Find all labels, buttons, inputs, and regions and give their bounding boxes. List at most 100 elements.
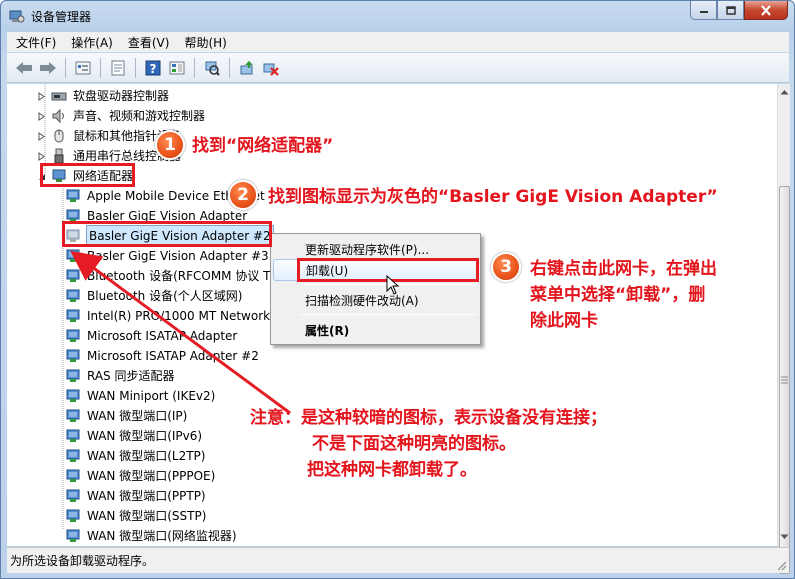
network-adapter-icon bbox=[65, 308, 81, 324]
network-adapter-icon bbox=[65, 448, 81, 464]
vertical-scrollbar[interactable] bbox=[777, 84, 791, 574]
expand-triangle-icon[interactable] bbox=[37, 151, 46, 161]
step-3-text: 右键点击此网卡，在弹出 菜单中选择“卸载”，删 除此网卡 bbox=[530, 256, 717, 334]
chevron-down-icon bbox=[780, 534, 789, 539]
toolbar-separator bbox=[100, 57, 101, 78]
resize-grip-icon[interactable] bbox=[775, 559, 787, 571]
view-resources-button[interactable] bbox=[166, 57, 188, 79]
tree-device-item[interactable]: Microsoft ISATAP Adapter #2 bbox=[65, 346, 259, 366]
back-button[interactable] bbox=[13, 57, 35, 79]
tree-device-label: RAS 同步适配器 bbox=[87, 369, 175, 383]
warning-line: 不是下面这种明亮的图标。 bbox=[312, 434, 516, 454]
tree-device-item[interactable]: WAN 微型端口(网络监视器) bbox=[65, 526, 237, 546]
tree-device-label: WAN 微型端口(PPTP) bbox=[87, 489, 206, 503]
highlight-network-adapter bbox=[40, 163, 135, 187]
scrollbar-thumb[interactable] bbox=[779, 186, 790, 574]
tree-category[interactable]: 软盘驱动器控制器 bbox=[37, 86, 169, 106]
mouse-icon bbox=[51, 128, 67, 144]
network-adapter-icon bbox=[65, 188, 81, 204]
toolbar: ? bbox=[7, 53, 789, 83]
floppy-controller-icon bbox=[51, 88, 67, 104]
step-3-badge: 3 bbox=[491, 252, 521, 282]
network-adapter-icon bbox=[65, 388, 81, 404]
menu-action[interactable]: 操作(A) bbox=[62, 34, 119, 51]
tree-device-item[interactable]: WAN 微型端口(IPv6) bbox=[65, 426, 202, 446]
back-arrow-icon bbox=[16, 61, 32, 74]
sound-video-icon bbox=[51, 108, 67, 124]
network-adapter-icon bbox=[65, 288, 81, 304]
show-hidden-button[interactable] bbox=[72, 57, 94, 79]
tree-device-item[interactable]: WAN 微型端口(PPPOE) bbox=[65, 466, 215, 486]
tree-device-label: WAN 微型端口(SSTP) bbox=[87, 509, 207, 523]
tree-device-item[interactable]: Basler GigE Vision Adapter #3 bbox=[65, 246, 269, 266]
menu-file[interactable]: 文件(F) bbox=[7, 34, 62, 51]
step-3-line: 除此网卡 bbox=[530, 311, 598, 331]
toolbar-separator bbox=[135, 57, 136, 78]
scan-hardware-button[interactable] bbox=[201, 57, 223, 79]
network-adapter-icon bbox=[65, 348, 81, 364]
uninstall-button[interactable] bbox=[260, 57, 282, 79]
update-driver-icon bbox=[240, 60, 253, 74]
context-scan-hardware[interactable]: 扫描检测硬件改动(A) bbox=[273, 289, 478, 311]
tree-device-label: WAN 微型端口(网络监视器) bbox=[87, 529, 237, 543]
network-adapter-icon bbox=[65, 248, 81, 264]
svg-text:?: ? bbox=[150, 62, 157, 76]
tree-device-item[interactable]: WAN 微型端口(L2TP) bbox=[65, 446, 205, 466]
step-1-text: 找到“网络适配器” bbox=[192, 136, 334, 156]
tree-device-item[interactable]: WAN 微型端口(PPTP) bbox=[65, 486, 206, 506]
step-2-text: 找到图标显示为灰色的“Basler GigE Vision Adapter” bbox=[268, 187, 718, 207]
tree-device-item[interactable]: Bluetooth 设备(个人区域网) bbox=[65, 286, 242, 306]
context-separator bbox=[301, 314, 477, 315]
close-button[interactable] bbox=[744, 1, 788, 20]
expand-triangle-icon[interactable] bbox=[37, 91, 46, 101]
menu-view[interactable]: 查看(V) bbox=[119, 34, 176, 51]
uninstall-icon bbox=[263, 63, 279, 76]
tree-device-item[interactable]: Bluetooth 设备(RFCOMM 协议 TDI) bbox=[65, 266, 288, 286]
forward-arrow-icon bbox=[40, 61, 56, 74]
context-update-driver[interactable]: 更新驱动程序软件(P)... bbox=[273, 238, 478, 260]
help-button[interactable]: ? bbox=[142, 57, 164, 79]
status-bar: 为所选设备卸载驱动程序。 bbox=[7, 547, 789, 573]
tree-category-label: 软盘驱动器控制器 bbox=[73, 89, 170, 103]
toolbar-separator bbox=[65, 57, 66, 78]
tree-device-label: Bluetooth 设备(RFCOMM 协议 TDI) bbox=[87, 269, 288, 283]
step-2-badge: 2 bbox=[228, 180, 258, 210]
window-title: 设备管理器 bbox=[31, 10, 92, 24]
title-bar[interactable]: 设备管理器 bbox=[1, 1, 794, 31]
maximize-button[interactable] bbox=[717, 1, 744, 20]
grip-icon bbox=[781, 376, 788, 384]
expand-triangle-icon[interactable] bbox=[37, 131, 46, 141]
tree-device-label: WAN Miniport (IKEv2) bbox=[87, 389, 216, 403]
network-adapter-icon bbox=[65, 368, 81, 384]
scroll-up-button[interactable] bbox=[778, 85, 791, 99]
network-adapter-icon bbox=[65, 408, 81, 424]
tree-device-item[interactable]: Microsoft ISATAP Adapter bbox=[65, 326, 237, 346]
update-driver-button[interactable] bbox=[236, 57, 258, 79]
help-icon: ? bbox=[145, 60, 161, 76]
scroll-down-button[interactable] bbox=[778, 530, 791, 544]
network-adapter-icon bbox=[65, 528, 81, 544]
tree-device-label: WAN 微型端口(PPPOE) bbox=[87, 469, 216, 483]
forward-button[interactable] bbox=[37, 57, 59, 79]
menu-help[interactable]: 帮助(H) bbox=[175, 34, 232, 51]
network-adapter-icon bbox=[65, 268, 81, 284]
window-controls bbox=[690, 1, 788, 21]
tree-category[interactable]: 声音、视频和游戏控制器 bbox=[37, 106, 205, 126]
tree-device-item[interactable]: WAN Miniport (IKEv2) bbox=[65, 386, 215, 406]
menu-bar: 文件(F) 操作(A) 查看(V) 帮助(H) bbox=[7, 32, 789, 52]
step-1-badge: 1 bbox=[155, 130, 185, 160]
tree-device-item[interactable]: RAS 同步适配器 bbox=[65, 366, 175, 386]
properties-sheet-icon bbox=[111, 60, 125, 75]
expand-triangle-icon[interactable] bbox=[37, 111, 46, 121]
network-adapter-icon bbox=[65, 428, 81, 444]
context-properties[interactable]: 属性(R) bbox=[273, 319, 478, 341]
properties-button[interactable] bbox=[107, 57, 129, 79]
toolbar-separator bbox=[194, 57, 195, 78]
tree-device-label: Bluetooth 设备(个人区域网) bbox=[87, 289, 243, 303]
minimize-button[interactable] bbox=[690, 1, 717, 20]
close-icon bbox=[761, 4, 771, 16]
tree-device-item[interactable]: WAN 微型端口(SSTP) bbox=[65, 506, 206, 526]
tree-device-item[interactable]: WAN 微型端口(IP) bbox=[65, 406, 187, 426]
tree-device-label: Microsoft ISATAP Adapter #2 bbox=[87, 349, 259, 363]
warning-note: 注意：是这种较暗的图标，表示设备没有连接； 不是下面这种明亮的图标。 把这种网卡… bbox=[250, 405, 607, 483]
